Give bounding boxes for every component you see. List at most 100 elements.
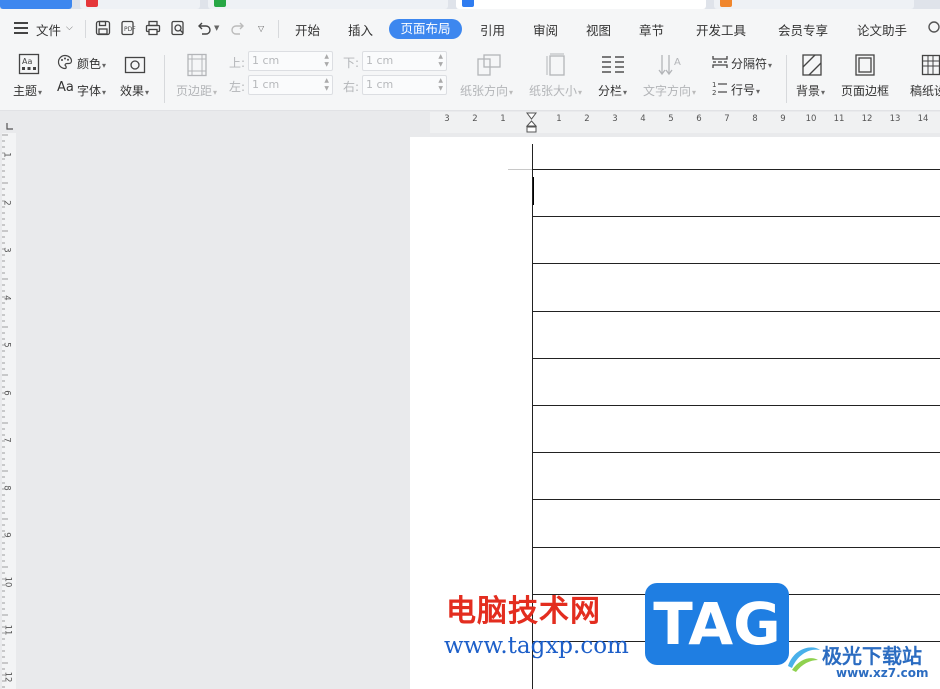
ruler-tick-label: 2 [584,114,590,124]
document-tab-strip [0,0,940,9]
breaks-label: 分隔符 [731,57,768,71]
print-preview-icon[interactable] [169,19,187,37]
watermark-brand-name: 极光下载站 [822,644,922,668]
font-aa-icon: Aa [57,80,74,95]
search-icon[interactable] [926,19,940,37]
ruler-tick-label: 1 [556,114,562,124]
tab-developer[interactable]: 开发工具 [696,20,746,39]
table-border[interactable] [532,405,940,406]
ruler-tick-label: 1 [500,114,506,124]
document-tab-2[interactable] [208,0,448,9]
table-border[interactable] [532,452,940,453]
orientation-button[interactable]: 纸张方向▾ [460,82,513,99]
text-direction-button[interactable]: 文字方向▾ [643,82,696,99]
table-border[interactable] [532,216,940,217]
redo-icon[interactable] [229,19,247,37]
svg-text:1: 1 [712,81,716,89]
tab-view[interactable]: 视图 [586,20,611,39]
background-label: 背景 [796,84,821,98]
ruler-tick-label: 4 [640,114,646,124]
orientation-label: 纸张方向 [460,84,509,98]
right-margin-input[interactable]: 1 cm ▲ ▼ [362,75,447,95]
menu-icon[interactable] [14,22,28,34]
line-numbers-label: 行号 [731,83,756,97]
tab-stop-icon[interactable] [6,122,14,130]
bottom-margin-input[interactable]: 1 cm ▲ ▼ [362,51,447,71]
right-margin-label: 右: [343,80,360,94]
columns-button[interactable]: 分栏▾ [598,82,627,99]
tab-home[interactable]: 开始 [295,20,320,39]
theme-icon[interactable]: Aa [18,53,40,75]
tab-review[interactable]: 审阅 [533,20,558,39]
undo-dropdown-icon[interactable]: ▼ [214,24,219,32]
paper-size-button[interactable]: 纸张大小▾ [529,82,582,99]
ruler-tick-label: 2 [472,114,478,124]
draft-paper-button[interactable]: 稿纸设 [910,82,940,99]
page-border-button[interactable]: 页面边框 [841,82,889,99]
margins-icon [187,53,207,77]
left-margin-label: 左: [229,80,246,94]
svg-text:2: 2 [712,89,716,96]
effect-button[interactable]: 效果▾ [120,82,149,99]
save-icon[interactable] [94,19,112,37]
indent-marker-icon[interactable] [526,112,537,133]
line-numbers-button[interactable]: 行号▾ [731,81,760,98]
ruler-tick-label: 5 [668,114,674,124]
color-button[interactable]: 颜色▾ [77,55,106,72]
file-menu[interactable]: 文件 [36,20,61,39]
text-cursor [533,177,534,205]
tab-member[interactable]: 会员专享 [778,20,828,39]
svg-text:Aa: Aa [22,57,32,66]
page-border-icon [855,54,875,76]
sheet-icon [214,0,226,7]
table-border[interactable] [532,358,940,359]
vertical-ruler-ticks [2,134,8,688]
tab-paper-assistant[interactable]: 论文助手 [857,20,907,39]
ruler-tick-label: 11 [833,114,845,124]
theme-button[interactable]: 主题▾ [13,82,42,99]
watermark-site-name: 电脑技术网 [446,594,601,629]
table-border[interactable] [532,499,940,500]
undo-icon[interactable] [195,19,213,37]
document-tab-4[interactable] [714,0,914,9]
document-tab-active[interactable] [456,0,706,9]
ruler-tick-label: 12 [861,114,873,124]
margins-button[interactable]: 页边距▾ [176,82,217,99]
document-tab-1[interactable] [80,0,200,9]
bottom-margin-label: 下: [343,56,360,70]
tab-insert[interactable]: 插入 [348,20,373,39]
vertical-ruler[interactable]: 1 2 3 4 5 6 7 8 9 10 11 12 [0,133,18,689]
ruler-tick-label: 13 [889,114,901,124]
breaks-button[interactable]: 分隔符▾ [731,55,772,72]
ruler-tick-label: 9 [1,532,12,538]
theme-label: 主题 [13,84,38,98]
tab-page-layout[interactable]: 页面布局 [389,19,462,39]
background-button[interactable]: 背景▾ [796,82,825,99]
effect-icon[interactable] [124,56,146,74]
export-pdf-icon[interactable]: PDF [119,19,137,37]
table-border[interactable] [532,263,940,264]
tab-references[interactable]: 引用 [480,20,505,39]
customize-toolbar-icon[interactable]: ▽ [258,24,264,33]
table-border[interactable] [532,169,940,170]
menu-bar: 文件 ⌵ PDF ▼ ▽ 开始 插入 页面布局 引用 审阅 视图 章节 开发工具… [0,9,940,49]
ppt-icon [720,0,732,7]
margins-label: 页边距 [176,84,213,98]
print-icon[interactable] [144,19,162,37]
ruler-tick-label: 3 [1,247,12,253]
line-numbers-icon: 12 [712,81,727,96]
ruler-tick-label: 7 [1,437,12,443]
top-margin-input[interactable]: 1 cm ▲ ▼ [248,51,333,71]
pdf-icon [86,0,98,7]
font-button[interactable]: 字体▾ [77,82,106,99]
left-margin-input[interactable]: 1 cm ▲ ▼ [248,75,333,95]
home-tab[interactable] [0,0,72,9]
svg-text:PDF: PDF [124,26,136,33]
table-border[interactable] [532,547,940,548]
tab-section[interactable]: 章节 [639,20,664,39]
ruler-tick-label: 10 [805,114,817,124]
left-margin-value: 1 cm [252,78,280,91]
horizontal-ruler[interactable]: 3 2 1 1 2 3 4 5 6 7 8 9 10 11 12 13 14 [0,112,940,133]
table-border[interactable] [532,311,940,312]
chevron-down-icon[interactable]: ⌵ [66,23,73,33]
